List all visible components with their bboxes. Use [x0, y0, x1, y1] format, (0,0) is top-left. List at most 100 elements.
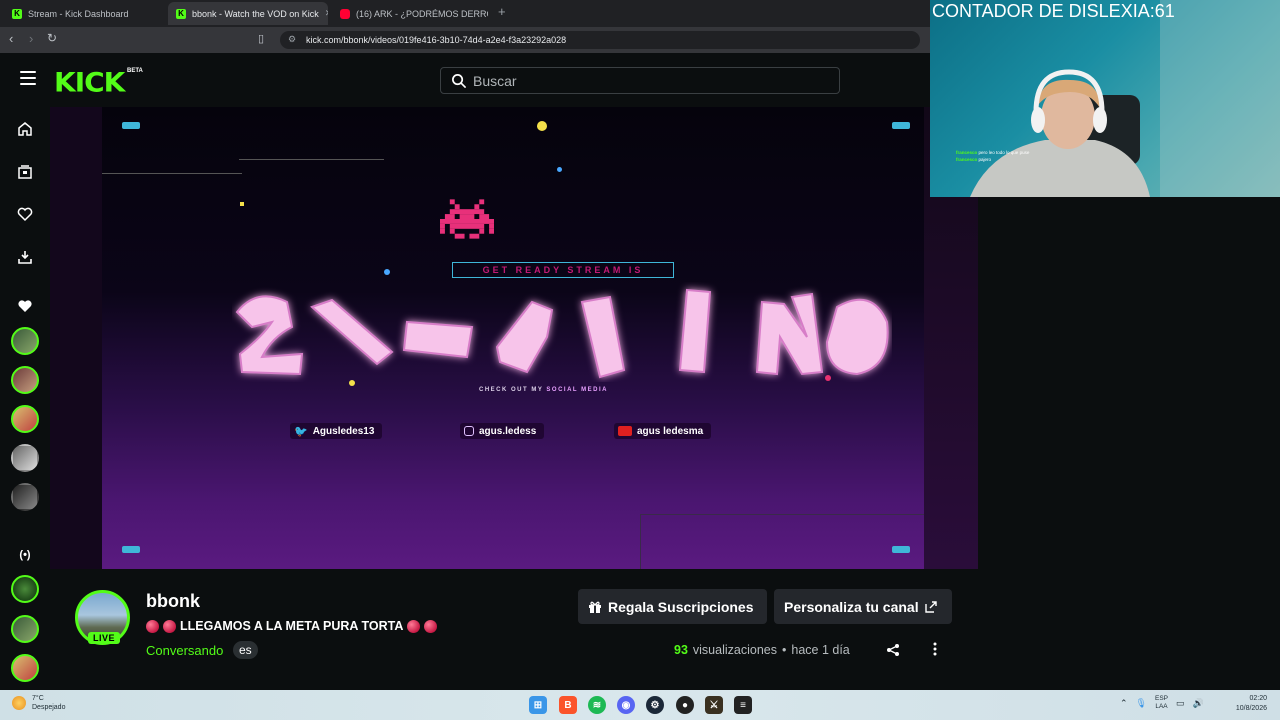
- app-icon[interactable]: ≡: [734, 696, 752, 714]
- steam-icon[interactable]: ⚙: [646, 696, 664, 714]
- weather-desc: Despejado: [32, 704, 66, 711]
- offline-channel-avatar[interactable]: [11, 483, 39, 511]
- weather-temp: 7°C: [32, 695, 44, 702]
- close-tab-icon[interactable]: ✕: [325, 8, 328, 19]
- forward-icon[interactable]: ›: [29, 31, 33, 46]
- vod-meta: 93 visualizaciones • hace 1 día: [674, 643, 850, 657]
- kick-header: KICK BETA Buscar: [0, 53, 930, 107]
- kick-logo[interactable]: KICK: [54, 67, 125, 98]
- language-code: ESP: [1154, 695, 1168, 702]
- social-twitter: 🐦 Agusledes13: [290, 423, 383, 439]
- share-icon[interactable]: [886, 643, 900, 657]
- tab-title: bbonk - Watch the VOD on Kick: [192, 8, 319, 19]
- obs-icon[interactable]: ●: [676, 696, 694, 714]
- gift-subscriptions-button[interactable]: Regala Suscripciones: [578, 589, 767, 624]
- stream-title-text: LLEGAMOS A LA META PURA TORTA: [180, 619, 404, 633]
- browse-icon[interactable]: [17, 164, 33, 180]
- social-handle: agus.ledess: [479, 425, 537, 437]
- game-launcher-icon[interactable]: ⚔: [705, 696, 723, 714]
- url-text: kick.com/bbonk/videos/019fe416-3b10-74d4…: [306, 35, 567, 45]
- keyboard-layout: LAA: [1155, 703, 1168, 710]
- discord-icon[interactable]: ◉: [617, 696, 635, 714]
- volume-icon[interactable]: 🔊: [1193, 698, 1204, 709]
- microphone-icon[interactable]: 🎙: [1136, 698, 1147, 709]
- gift-button-label: Regala Suscripciones: [608, 598, 754, 615]
- video-player[interactable]: GET READY STREAM IS CHECK OUT MY SOCIAL …: [50, 107, 978, 569]
- downloads-icon[interactable]: [17, 249, 33, 265]
- twitter-icon: 🐦: [294, 425, 308, 438]
- clock-date: 10/8/2026: [1235, 705, 1267, 712]
- tab-youtube-ark[interactable]: (16) ARK - ¿PODRÉMOS DERROTAR A: [332, 2, 488, 25]
- followed-channel-avatar[interactable]: [11, 405, 39, 433]
- kick-icon: K: [12, 8, 22, 19]
- social-prefix: CHECK OUT MY: [479, 387, 544, 393]
- social-handle: agus ledesma: [637, 425, 704, 437]
- more-options-icon[interactable]: [933, 642, 937, 656]
- external-link-icon: [924, 600, 937, 613]
- language-indicator[interactable]: ESP LAA: [1155, 695, 1168, 711]
- new-tab-button[interactable]: +: [498, 4, 506, 19]
- tab-title: Stream - Kick Dashboard: [28, 8, 129, 19]
- webcam-scene: [970, 0, 1280, 197]
- social-handle: Agusledes13: [312, 425, 375, 437]
- live-channels-icon[interactable]: (•): [17, 547, 33, 563]
- starting-title-art: [235, 288, 889, 379]
- customize-button-label: Personaliza tu canal: [784, 598, 919, 615]
- dyslexia-counter: CONTADOR DE DISLEXIA:61: [932, 1, 1175, 21]
- recommended-channel-avatar[interactable]: [11, 615, 39, 643]
- brave-icon[interactable]: B: [559, 696, 577, 714]
- following-icon[interactable]: [17, 206, 33, 222]
- windows-taskbar: 7°C Despejado ⊞ B ≋ ◉ ⚙ ● ⚔ ≡ ⌃ 🎙 ESP LA…: [0, 690, 1280, 720]
- glitch-line: [102, 173, 242, 174]
- tab-bbonk-vod[interactable]: K bbonk - Watch the VOD on Kick ✕: [168, 2, 328, 25]
- followed-channel-avatar[interactable]: [11, 327, 39, 355]
- right-empty-area: [978, 197, 1280, 690]
- site-info-icon[interactable]: ⚙: [288, 34, 296, 45]
- recommended-channel-avatar[interactable]: [11, 654, 39, 682]
- red-circle-icon: [146, 619, 159, 633]
- get-ready-banner: GET READY STREAM IS: [452, 262, 674, 278]
- menu-icon[interactable]: [20, 71, 36, 85]
- language-tag[interactable]: es: [233, 641, 258, 659]
- social-media-caption: CHECK OUT MY SOCIAL MEDIA: [479, 387, 608, 393]
- chat-message: francesco pajero: [956, 157, 991, 162]
- bookmark-icon[interactable]: ▯: [258, 32, 264, 45]
- social-suffix: SOCIAL MEDIA: [546, 387, 608, 393]
- chat-username: francesco: [956, 157, 978, 162]
- social-youtube: agus ledesma: [614, 423, 712, 439]
- spotify-icon[interactable]: ≋: [588, 696, 606, 714]
- weather-widget[interactable]: 7°C Despejado: [12, 694, 65, 712]
- search-placeholder: Buscar: [473, 72, 517, 89]
- tab-kick-dashboard[interactable]: K Stream - Kick Dashboard: [4, 2, 166, 25]
- left-sidebar: (•): [0, 107, 50, 690]
- category-link[interactable]: Conversando: [146, 643, 223, 658]
- corner-decoration: [122, 122, 140, 129]
- views-count: 93: [674, 643, 688, 657]
- customize-channel-button[interactable]: Personaliza tu canal: [774, 589, 952, 624]
- instagram-icon: [464, 426, 474, 436]
- kick-icon: K: [176, 8, 186, 19]
- star-decoration: [240, 202, 244, 206]
- back-icon[interactable]: ‹: [9, 31, 13, 46]
- offline-channel-avatar[interactable]: [11, 444, 39, 472]
- channel-name[interactable]: bbonk: [146, 591, 200, 612]
- home-icon[interactable]: [17, 121, 33, 137]
- url-field[interactable]: ⚙ kick.com/bbonk/videos/019fe416-3b10-74…: [280, 31, 920, 49]
- corner-decoration: [892, 122, 910, 129]
- recommended-channel-avatar[interactable]: [11, 575, 39, 603]
- followed-channel-avatar[interactable]: [11, 366, 39, 394]
- stream-info-panel: LIVE bbonk LLEGAMOS A LA META PURA TORTA…: [50, 569, 978, 690]
- time-ago: hace 1 día: [791, 643, 850, 657]
- search-input[interactable]: Buscar: [440, 67, 840, 94]
- star-decoration: [384, 269, 390, 275]
- system-tray: ⌃ 🎙 ESP LAA ▭ 🔊: [1120, 695, 1204, 711]
- reload-icon[interactable]: ↻: [47, 31, 57, 45]
- windows-start-icon[interactable]: ⊞: [529, 696, 547, 714]
- network-icon[interactable]: ▭: [1176, 698, 1185, 709]
- clock[interactable]: 02:20 10/8/2026: [1225, 694, 1267, 714]
- chevron-up-icon[interactable]: ⌃: [1120, 698, 1128, 709]
- glitch-line: [239, 159, 384, 160]
- star-decoration: [537, 121, 547, 131]
- live-badge: LIVE: [88, 632, 121, 644]
- heart-icon: [17, 298, 33, 314]
